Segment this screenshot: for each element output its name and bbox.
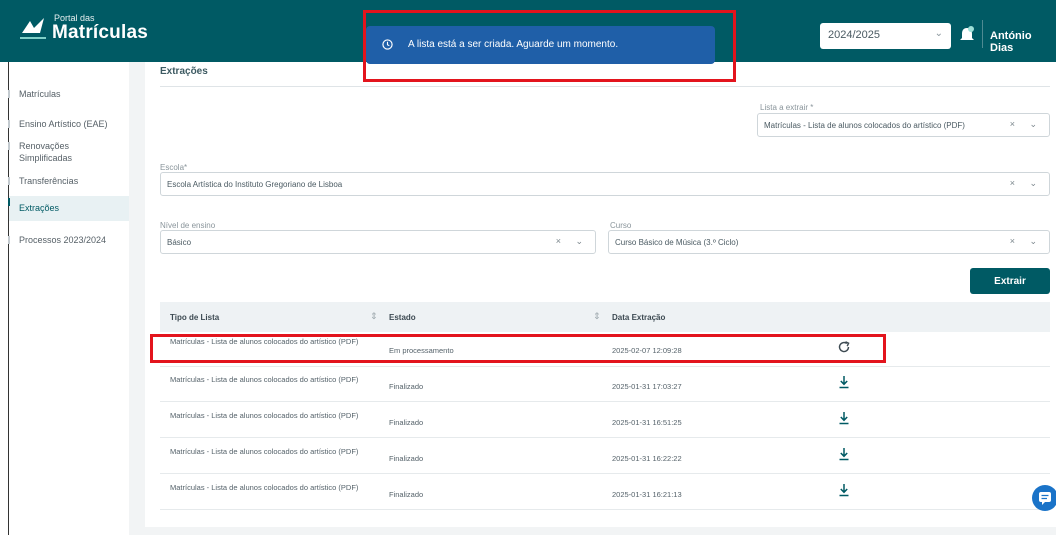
cell-estado: Finalizado <box>389 382 424 391</box>
title-divider <box>160 86 1050 87</box>
cell-tipo: Matrículas - Lista de alunos colocados d… <box>170 411 359 420</box>
portal-logo[interactable]: Portal das Matrículas <box>18 13 148 43</box>
logo-title: Matrículas <box>52 22 148 43</box>
nivel-value: Básico <box>167 238 192 247</box>
escola-label: Escola* <box>160 163 188 172</box>
curso-label: Curso <box>610 221 632 230</box>
column-header-estado[interactable]: Estado <box>389 313 416 322</box>
sidebar-item-ensino-artistico[interactable]: Ensino Artístico (EAE) <box>8 118 130 130</box>
table-row: Matrículas - Lista de alunos colocados d… <box>160 475 1050 510</box>
table-row: Matrículas - Lista de alunos colocados d… <box>160 439 1050 474</box>
clear-chevron-icons[interactable]: × ⌄ <box>1010 119 1043 130</box>
cell-tipo: Matrículas - Lista de alunos colocados d… <box>170 375 359 384</box>
sort-icon[interactable]: ⇕ <box>370 311 378 322</box>
download-icon[interactable] <box>837 483 851 497</box>
clear-chevron-icons[interactable]: × ⌄ <box>556 236 589 247</box>
sidebar-item-processos[interactable]: Processos 2023/2024 <box>8 234 130 246</box>
highlight-box-toast <box>363 10 736 82</box>
lista-select[interactable]: Matrículas - Lista de alunos colocados d… <box>757 113 1050 137</box>
table-row: Matrículas - Lista de alunos colocados d… <box>160 403 1050 438</box>
curso-value: Curso Básico de Música (3.º Ciclo) <box>615 238 739 247</box>
column-header-tipo[interactable]: Tipo de Lista <box>170 313 219 322</box>
cell-data: 2025-01-31 16:21:13 <box>612 490 682 499</box>
chevron-down-icon: ⌄ <box>934 28 943 39</box>
page-title: Extrações <box>160 66 208 77</box>
notification-bell-icon[interactable] <box>958 25 976 45</box>
user-menu[interactable]: António Dias <box>990 30 1056 54</box>
table-header: Tipo de Lista ⇕ Estado ⇕ Data Extração <box>160 302 1050 332</box>
cell-data: 2025-01-31 17:03:27 <box>612 382 682 391</box>
school-year-value: 2024/2025 <box>828 29 880 41</box>
sidebar: Matrículas Ensino Artístico (EAE) Renova… <box>8 62 130 535</box>
cell-data: 2025-01-31 16:22:22 <box>612 454 682 463</box>
cell-estado: Finalizado <box>389 490 424 499</box>
lista-value: Matrículas - Lista de alunos colocados d… <box>764 121 965 130</box>
header-divider <box>982 20 983 48</box>
column-header-data[interactable]: Data Extração <box>612 313 665 322</box>
sidebar-item-extracoes[interactable]: Extrações <box>8 196 130 221</box>
sidebar-item-renovacoes[interactable]: Renovações Simplificadas <box>8 140 99 164</box>
download-icon[interactable] <box>837 375 851 389</box>
sort-icon[interactable]: ⇕ <box>593 311 601 322</box>
cell-data: 2025-01-31 16:51:25 <box>612 418 682 427</box>
escola-value: Escola Artística do Instituto Gregoriano… <box>167 180 343 189</box>
cell-estado: Finalizado <box>389 418 424 427</box>
curso-select[interactable]: Curso Básico de Música (3.º Ciclo) × ⌄ <box>608 230 1050 254</box>
chat-icon <box>1039 492 1051 505</box>
nivel-label: Nível de ensino <box>160 221 216 230</box>
highlight-box-row <box>150 334 886 363</box>
nivel-select[interactable]: Básico × ⌄ <box>160 230 596 254</box>
cell-tipo: Matrículas - Lista de alunos colocados d… <box>170 483 359 492</box>
sidebar-item-matriculas[interactable]: Matrículas <box>8 88 130 100</box>
school-year-select[interactable]: 2024/2025 ⌄ <box>820 23 951 49</box>
clear-chevron-icons[interactable]: × ⌄ <box>1010 178 1043 189</box>
lista-label: Lista a extrair * <box>760 103 814 112</box>
clear-chevron-icons[interactable]: × ⌄ <box>1010 236 1043 247</box>
escola-select[interactable]: Escola Artística do Instituto Gregoriano… <box>160 172 1050 196</box>
sidebar-item-transferencias[interactable]: Transferências <box>8 175 130 187</box>
chat-button[interactable] <box>1032 485 1056 511</box>
download-icon[interactable] <box>837 447 851 461</box>
cell-tipo: Matrículas - Lista de alunos colocados d… <box>170 447 359 456</box>
table-row: Matrículas - Lista de alunos colocados d… <box>160 367 1050 402</box>
cell-estado: Finalizado <box>389 454 424 463</box>
extract-button[interactable]: Extrair <box>970 268 1050 294</box>
download-icon[interactable] <box>837 411 851 425</box>
logo-icon <box>20 18 46 39</box>
logo-subtitle: Portal das <box>54 13 95 23</box>
